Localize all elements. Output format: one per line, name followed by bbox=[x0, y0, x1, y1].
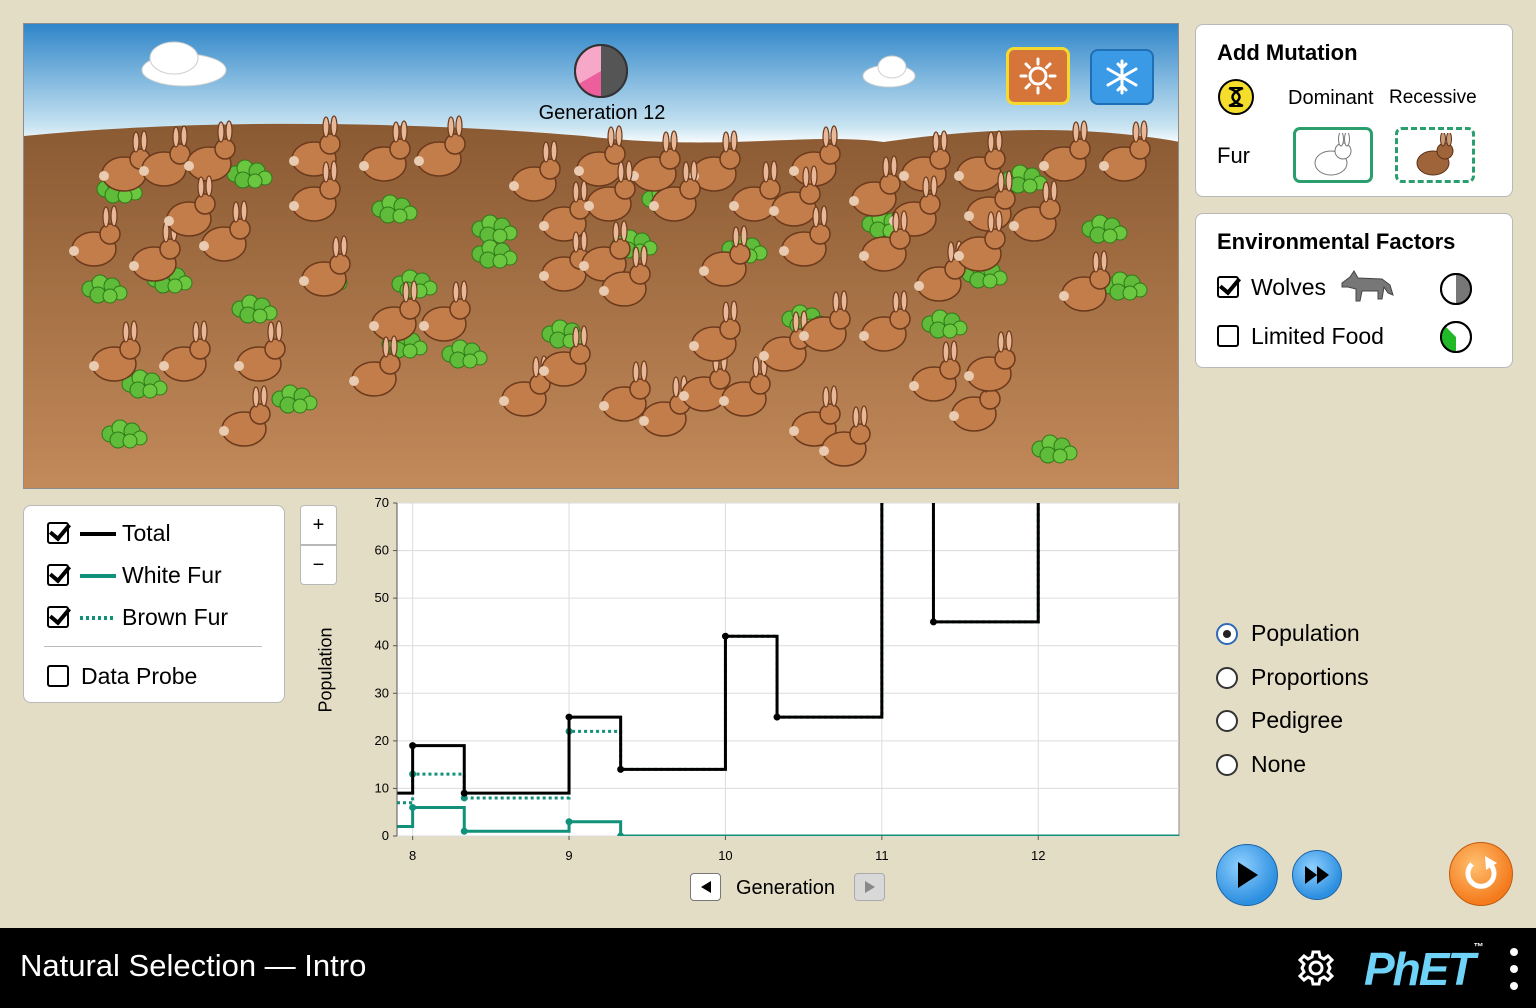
y-tick-label: 70 bbox=[375, 495, 389, 510]
x-tick-label: 11 bbox=[875, 848, 889, 863]
y-tick-label: 60 bbox=[375, 543, 389, 558]
play-button[interactable] bbox=[1216, 844, 1278, 906]
data-probe-checkbox[interactable] bbox=[47, 665, 69, 687]
data-probe-label: Data Probe bbox=[81, 663, 198, 689]
white-fur-data-point bbox=[617, 832, 625, 836]
total-line-swatch bbox=[80, 532, 116, 536]
zoom-in-button[interactable]: + bbox=[300, 505, 337, 545]
phet-logo-text: PhET bbox=[1364, 943, 1476, 995]
fur-dominant-mutation-button[interactable] bbox=[1293, 127, 1373, 183]
y-tick-label: 10 bbox=[375, 780, 389, 795]
fur-recessive-mutation-button[interactable] bbox=[1395, 127, 1475, 183]
fast-forward-icon bbox=[1305, 866, 1329, 884]
population-radio[interactable] bbox=[1216, 623, 1238, 645]
generation-navigation: Generation bbox=[690, 873, 890, 903]
brown-bunny-icon bbox=[1416, 133, 1454, 176]
none-radio-label: None bbox=[1251, 751, 1306, 777]
graph-legend-panel: Total White Fur Brown Fur Data Probe bbox=[23, 505, 285, 703]
gear-icon[interactable] bbox=[1296, 948, 1336, 988]
snowflake-icon bbox=[1106, 59, 1138, 95]
white-fur-legend-label: White Fur bbox=[122, 562, 222, 588]
environmental-factors-panel: Environmental Factors Wolves Limited Foo… bbox=[1195, 213, 1513, 368]
x-tick-label: 10 bbox=[718, 848, 732, 863]
recessive-label: Recessive bbox=[1389, 87, 1477, 108]
wolves-label: Wolves bbox=[1251, 274, 1326, 300]
x-tick-label: 8 bbox=[409, 848, 416, 863]
total-data-point bbox=[773, 713, 781, 721]
brown-fur-line-swatch bbox=[80, 616, 116, 620]
white-fur-checkbox[interactable] bbox=[47, 564, 69, 586]
generation-label: Generation 12 bbox=[538, 102, 666, 124]
none-radio[interactable] bbox=[1216, 754, 1238, 776]
food-clock-icon bbox=[1440, 321, 1472, 353]
y-tick-label: 40 bbox=[375, 638, 389, 653]
wolf-clock-icon bbox=[1440, 273, 1472, 305]
y-tick-label: 30 bbox=[375, 685, 389, 700]
menu-dot bbox=[1510, 948, 1518, 956]
fur-trait-label: Fur bbox=[1217, 143, 1250, 168]
previous-generation-button[interactable] bbox=[690, 873, 721, 901]
total-data-point bbox=[721, 632, 729, 640]
total-data-point bbox=[409, 742, 417, 750]
add-mutation-title: Add Mutation bbox=[1217, 40, 1358, 65]
y-tick-label: 20 bbox=[375, 733, 389, 748]
menu-dot bbox=[1510, 982, 1518, 990]
x-tick-label: 9 bbox=[565, 848, 572, 863]
white-fur-data-point bbox=[565, 818, 573, 826]
legend-divider bbox=[44, 646, 262, 647]
y-axis-label: Population bbox=[315, 627, 336, 713]
triangle-left-icon bbox=[700, 881, 711, 893]
plot-area bbox=[396, 502, 1180, 837]
wolves-checkbox[interactable] bbox=[1217, 276, 1239, 298]
phet-logo[interactable]: PhET™ bbox=[1364, 942, 1484, 996]
white-fur-data-point bbox=[460, 827, 468, 835]
y-tick-label: 0 bbox=[382, 828, 389, 843]
population-graph: 0 10 20 30 40 50 60 70 8 9 10 11 12 bbox=[375, 495, 1180, 863]
dominant-label: Dominant bbox=[1288, 87, 1374, 109]
total-data-point bbox=[460, 789, 468, 797]
zoom-out-button[interactable]: − bbox=[300, 545, 337, 585]
sim-title: Natural Selection — Intro bbox=[20, 948, 367, 983]
menu-dot bbox=[1510, 965, 1518, 973]
fast-forward-button[interactable] bbox=[1292, 850, 1342, 900]
population-radio-label: Population bbox=[1251, 620, 1360, 646]
brown-fur-legend-label: Brown Fur bbox=[122, 604, 229, 630]
white-fur-data-point bbox=[409, 803, 417, 811]
total-data-point bbox=[565, 713, 573, 721]
add-mutation-panel: Add Mutation Dominant Recessive Fur bbox=[1195, 24, 1513, 197]
equator-environment-button[interactable] bbox=[1006, 47, 1070, 105]
proportions-radio-label: Proportions bbox=[1251, 664, 1369, 690]
triangle-right-icon bbox=[864, 881, 875, 893]
pedigree-radio[interactable] bbox=[1216, 710, 1238, 732]
proportions-radio[interactable] bbox=[1216, 667, 1238, 689]
white-fur-line-swatch bbox=[80, 574, 116, 578]
wolf-icon bbox=[1341, 270, 1394, 302]
generation-clock-icon bbox=[574, 44, 628, 98]
play-icon bbox=[1238, 862, 1258, 888]
total-legend-label: Total bbox=[122, 520, 171, 546]
phet-menu-button[interactable] bbox=[1505, 948, 1523, 990]
x-tick-label: 12 bbox=[1031, 848, 1045, 863]
environment-scene: Generation 12 bbox=[23, 23, 1179, 489]
reset-icon bbox=[1465, 856, 1497, 889]
sun-icon bbox=[1019, 57, 1057, 95]
environmental-factors-title: Environmental Factors bbox=[1217, 229, 1456, 254]
dna-icon bbox=[1218, 79, 1254, 115]
x-axis-label: Generation bbox=[736, 877, 835, 899]
total-checkbox[interactable] bbox=[47, 522, 69, 544]
y-tick-label: 50 bbox=[375, 590, 389, 605]
total-data-point bbox=[929, 618, 937, 626]
limited-food-label: Limited Food bbox=[1251, 323, 1384, 349]
next-generation-button[interactable] bbox=[854, 873, 885, 901]
white-bunny-icon bbox=[1314, 133, 1352, 176]
reset-all-button[interactable] bbox=[1449, 842, 1513, 906]
pedigree-radio-label: Pedigree bbox=[1251, 707, 1344, 733]
arctic-environment-button[interactable] bbox=[1090, 49, 1154, 105]
total-data-point bbox=[617, 765, 625, 773]
navigation-bar: Natural Selection — Intro PhET™ bbox=[0, 928, 1536, 1008]
phet-logo-trademark: ™ bbox=[1473, 942, 1484, 953]
limited-food-checkbox[interactable] bbox=[1217, 325, 1239, 347]
brown-fur-checkbox[interactable] bbox=[47, 606, 69, 628]
